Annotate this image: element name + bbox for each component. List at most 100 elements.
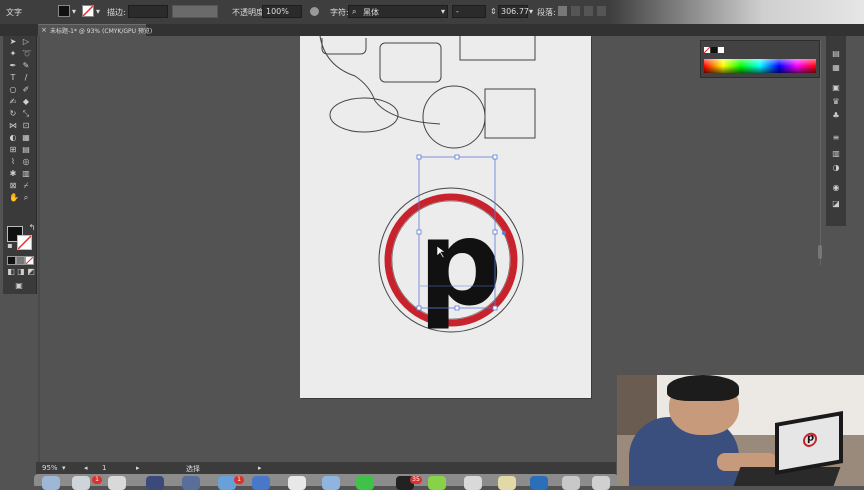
artboard-number[interactable]: 1 bbox=[102, 464, 106, 472]
hand-tool-icon[interactable]: ✋ bbox=[9, 194, 19, 202]
fill-swatch[interactable] bbox=[58, 5, 70, 17]
handle-top-left[interactable] bbox=[416, 154, 422, 160]
line-tool-icon[interactable]: / bbox=[22, 74, 30, 82]
vertical-scrollbar-thumb[interactable] bbox=[818, 245, 822, 259]
zoom-chevron-icon[interactable]: ▾ bbox=[62, 464, 66, 472]
align-right-icon[interactable] bbox=[584, 6, 593, 16]
weibo-dock-icon[interactable] bbox=[288, 476, 306, 490]
slice-tool-icon[interactable]: ⌿ bbox=[22, 182, 30, 190]
recolor-icon[interactable] bbox=[310, 7, 319, 16]
handle-bottom-middle[interactable] bbox=[454, 305, 460, 311]
libraries-panel-icon[interactable]: ▦ bbox=[831, 64, 841, 72]
wechat-dock-icon[interactable] bbox=[356, 476, 374, 490]
brushes-panel-icon[interactable]: ♛ bbox=[831, 98, 841, 106]
stroke-chevron-icon[interactable]: ▾ bbox=[96, 7, 100, 16]
direct-selection-tool-icon[interactable]: ▷ bbox=[22, 38, 30, 46]
rounded-rect-top[interactable] bbox=[321, 38, 367, 55]
align-left-icon[interactable] bbox=[558, 6, 567, 16]
type-tool-icon[interactable]: T bbox=[9, 74, 17, 82]
justify-icon[interactable] bbox=[597, 6, 606, 16]
appearance-panel-icon[interactable]: ◉ bbox=[831, 184, 841, 192]
opacity-field[interactable]: 100% bbox=[262, 5, 302, 18]
ellipse-tool-icon[interactable]: ○ bbox=[9, 86, 17, 94]
shape-builder-tool-icon[interactable]: ◐ bbox=[9, 134, 17, 142]
app-dock-icon-5[interactable] bbox=[182, 476, 200, 490]
stroke-swatch[interactable] bbox=[82, 5, 94, 17]
stroke-panel-icon[interactable]: ≡ bbox=[831, 134, 841, 142]
curvature-tool-icon[interactable]: ✎ bbox=[22, 62, 30, 70]
color-mode-icon[interactable] bbox=[7, 256, 16, 265]
app-dock-icon-7[interactable] bbox=[252, 476, 270, 490]
variable-width-profile[interactable] bbox=[172, 5, 218, 18]
handle-top-middle[interactable] bbox=[454, 154, 460, 160]
rounded-rectangle[interactable] bbox=[379, 42, 442, 83]
app-dock-icon-3[interactable] bbox=[108, 476, 126, 490]
app-dock-icon-9[interactable] bbox=[322, 476, 340, 490]
handle-bottom-right[interactable] bbox=[492, 305, 498, 311]
stroke-weight-field[interactable] bbox=[128, 5, 168, 18]
anchor-point[interactable] bbox=[502, 231, 506, 235]
draw-normal-icon[interactable]: ◧ bbox=[7, 268, 15, 276]
zoom-tool-icon[interactable]: ⌕ bbox=[22, 194, 30, 202]
symbols-panel-icon[interactable]: ♣ bbox=[831, 112, 841, 120]
eraser-tool-icon[interactable]: ◆ bbox=[22, 98, 30, 106]
perspective-grid-tool-icon[interactable]: ▦ bbox=[22, 134, 30, 142]
square-shape[interactable] bbox=[484, 88, 536, 139]
ellipse-shape[interactable] bbox=[329, 97, 399, 133]
color-spectrum[interactable] bbox=[704, 59, 816, 73]
circle-shape[interactable] bbox=[422, 85, 486, 149]
layers-panel-icon[interactable]: ◪ bbox=[831, 200, 841, 208]
image-trace-icon[interactable]: ▣ bbox=[831, 84, 841, 92]
selection-tool-icon[interactable]: ➤ bbox=[9, 38, 17, 46]
width-tool-icon[interactable]: ⋈ bbox=[9, 122, 17, 130]
shaper-tool-icon[interactable]: ✍ bbox=[9, 98, 17, 106]
status-arrow-icon[interactable]: ▸ bbox=[258, 464, 262, 472]
magic-wand-tool-icon[interactable]: ✦ bbox=[9, 50, 17, 58]
font-family-field[interactable]: ⌕ 黑体 ▾ bbox=[348, 5, 448, 18]
symbol-sprayer-tool-icon[interactable]: ✱ bbox=[9, 170, 17, 178]
gradient-mode-icon[interactable] bbox=[16, 256, 25, 265]
free-transform-tool-icon[interactable]: ⊡ bbox=[22, 122, 30, 130]
handle-middle-left[interactable] bbox=[416, 229, 422, 235]
graph-tool-icon[interactable]: ▥ bbox=[22, 170, 30, 178]
eyedropper-tool-icon[interactable]: ⌇ bbox=[9, 158, 17, 166]
handle-bottom-left[interactable] bbox=[416, 305, 422, 311]
close-tab-icon[interactable]: × bbox=[41, 26, 47, 34]
app-dock-icon-14[interactable] bbox=[498, 476, 516, 490]
pen-tool-icon[interactable]: ✒ bbox=[9, 62, 17, 70]
fill-chevron-icon[interactable]: ▾ bbox=[72, 7, 76, 16]
next-artboard-icon[interactable]: ▸ bbox=[136, 464, 140, 472]
app-dock-icon-15[interactable] bbox=[530, 476, 548, 490]
scale-tool-icon[interactable]: ⤡ bbox=[22, 110, 30, 118]
mesh-tool-icon[interactable]: ⊞ bbox=[9, 146, 17, 154]
transparency-panel-icon[interactable]: ◑ bbox=[831, 164, 841, 172]
gradient-panel-icon[interactable]: ▥ bbox=[831, 150, 841, 158]
font-style-field[interactable]: - bbox=[452, 5, 486, 18]
prev-artboard-icon[interactable]: ◂ bbox=[84, 464, 88, 472]
glyph-p[interactable]: p bbox=[418, 194, 502, 332]
stroke-color-swatch[interactable] bbox=[17, 235, 32, 250]
properties-panel-icon[interactable]: ▤ bbox=[831, 50, 841, 58]
screen-mode-icon[interactable]: ▣ bbox=[15, 282, 23, 290]
app-dock-icon-13[interactable] bbox=[464, 476, 482, 490]
app-dock-icon-2[interactable] bbox=[72, 476, 90, 490]
gradient-tool-icon[interactable]: ▤ bbox=[22, 146, 30, 154]
paintbrush-tool-icon[interactable]: ✐ bbox=[22, 86, 30, 94]
rotate-tool-icon[interactable]: ↻ bbox=[9, 110, 17, 118]
align-center-icon[interactable] bbox=[571, 6, 580, 16]
app-dock-icon-17[interactable] bbox=[592, 476, 610, 490]
artboard[interactable]: p bbox=[300, 36, 591, 398]
zoom-level[interactable]: 95% bbox=[42, 464, 58, 472]
finder-dock-icon[interactable] bbox=[42, 476, 60, 490]
default-colors-icon[interactable]: ▪ bbox=[6, 242, 14, 250]
handle-top-right[interactable] bbox=[492, 154, 498, 160]
app-dock-icon-16[interactable] bbox=[562, 476, 580, 490]
color-panel-white-icon[interactable] bbox=[718, 47, 724, 53]
blend-tool-icon[interactable]: ◎ bbox=[22, 158, 30, 166]
document-tab[interactable]: × 未标题-1* @ 93% (CMYK/GPU 预览) bbox=[38, 24, 152, 36]
color-panel-none-icon[interactable] bbox=[704, 47, 710, 53]
font-size-chevron-icon[interactable]: ▾ bbox=[529, 7, 533, 16]
font-size-stepper-icon[interactable]: ⇕ bbox=[490, 7, 497, 16]
none-mode-icon[interactable] bbox=[25, 256, 34, 265]
artboard-tool-icon[interactable]: ⊠ bbox=[9, 182, 17, 190]
